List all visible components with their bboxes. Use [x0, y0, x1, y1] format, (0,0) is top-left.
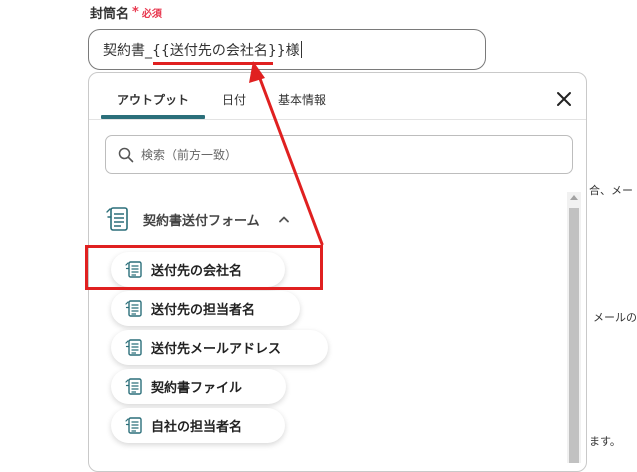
- annotation-arrow: [249, 61, 324, 246]
